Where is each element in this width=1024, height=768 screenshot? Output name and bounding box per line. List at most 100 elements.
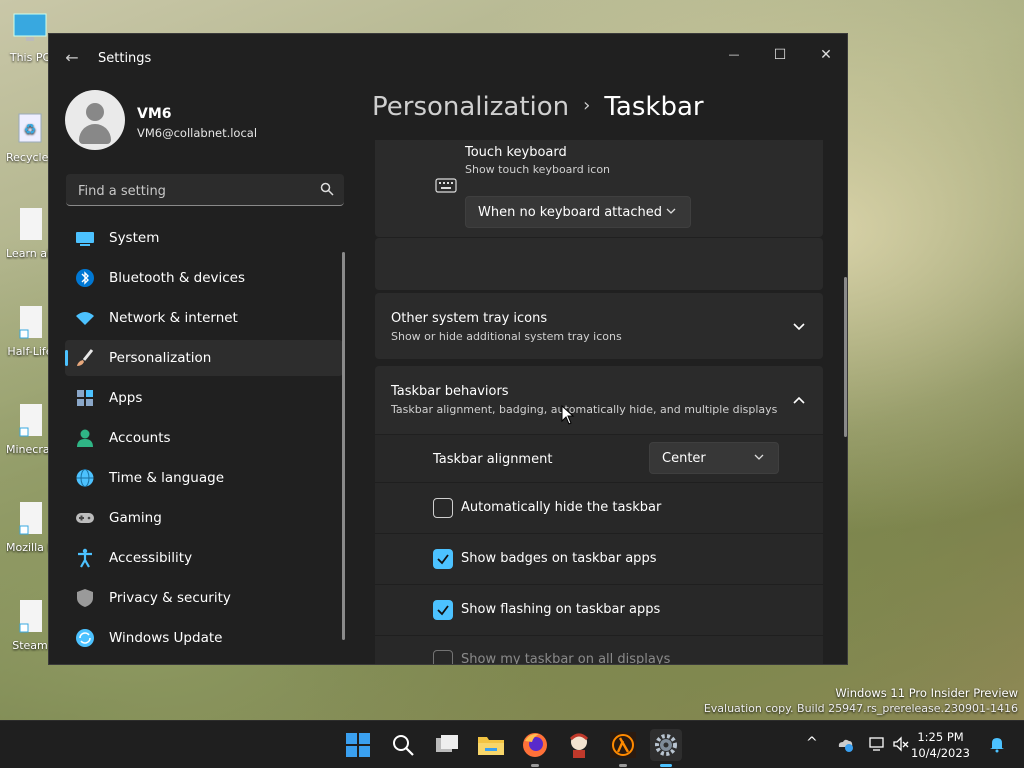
option-label: Automatically hide the taskbar: [461, 500, 662, 515]
task-view-button[interactable]: [431, 729, 463, 761]
back-button[interactable]: ←: [61, 48, 83, 68]
checkbox-checked[interactable]: [433, 549, 453, 569]
shortcut-icon: [19, 502, 42, 535]
sidebar-item-system[interactable]: System: [65, 220, 343, 256]
sidebar-item-label: Bluetooth & devices: [109, 270, 246, 286]
content-scrollbar[interactable]: [844, 277, 847, 437]
taskbar-behaviors-card[interactable]: Taskbar behaviors Taskbar alignment, bad…: [375, 366, 823, 434]
maximize-button[interactable]: ☐: [757, 40, 803, 70]
search-input[interactable]: [76, 180, 310, 202]
taskbar-behaviors-title: Taskbar behaviors: [391, 384, 509, 399]
sidebar-item-bluetooth[interactable]: Bluetooth & devices: [65, 260, 343, 296]
desktop-icon-learn-picture[interactable]: Learn about this picture: [6, 206, 54, 260]
other-tray-icons-card[interactable]: Other system tray icons Show or hide add…: [375, 293, 823, 359]
sidebar-item-privacy[interactable]: Privacy & security: [65, 580, 343, 616]
chevron-down-icon: [754, 454, 764, 460]
breadcrumb-parent[interactable]: Personalization: [372, 92, 569, 122]
sidebar-item-label: Gaming: [109, 510, 162, 526]
accounts-icon: [77, 429, 93, 447]
notification-bell-icon[interactable]: [988, 735, 1006, 753]
settings-button[interactable]: [650, 729, 682, 767]
accessibility-icon: [78, 548, 92, 568]
taskbar-alignment-dropdown[interactable]: Center: [649, 442, 779, 474]
checkbox-unchecked[interactable]: [433, 650, 453, 664]
avatar[interactable]: [65, 90, 125, 150]
option-all-displays[interactable]: Show my taskbar on all displays: [375, 636, 823, 664]
minimize-button[interactable]: —: [711, 40, 757, 70]
shortcut-icon: [19, 404, 42, 437]
character-icon: [569, 733, 589, 758]
other-tray-subtitle: Show or hide additional system tray icon…: [391, 330, 622, 343]
volume-muted-icon[interactable]: [892, 735, 910, 753]
desktop-icon-firefox[interactable]: Mozilla Firefox: [6, 500, 54, 554]
touch-keyboard-dropdown[interactable]: When no keyboard attached: [465, 196, 691, 228]
update-icon: [76, 629, 94, 647]
desktop-icon-steam[interactable]: Steam: [6, 598, 54, 652]
show-hidden-icons-button[interactable]: ^: [806, 735, 818, 751]
other-tray-title: Other system tray icons: [391, 311, 548, 326]
search-icon[interactable]: [320, 182, 334, 196]
desktop-icon-this-pc[interactable]: This PC: [6, 10, 54, 64]
option-show-flashing[interactable]: Show flashing on taskbar apps: [375, 585, 823, 635]
apps-icon: [77, 390, 93, 406]
clock[interactable]: 1:25 PM 10/4/2023: [911, 729, 970, 761]
file-explorer-button[interactable]: [475, 729, 507, 761]
brush-icon: [77, 349, 94, 366]
checkmark-icon: [437, 554, 449, 565]
lambda-icon: [610, 732, 636, 758]
user-email: VM6@collabnet.local: [137, 126, 258, 140]
search-box[interactable]: [66, 174, 344, 206]
clock-date: 10/4/2023: [911, 746, 970, 760]
option-show-badges[interactable]: Show badges on taskbar apps: [375, 534, 823, 584]
search-button[interactable]: [387, 729, 419, 761]
app-button[interactable]: [563, 729, 595, 761]
sidebar-item-personalization[interactable]: Personalization: [65, 340, 343, 376]
sidebar-item-label: System: [109, 230, 160, 246]
chevron-down-icon: [666, 208, 676, 214]
sidebar-item-windows-update[interactable]: Windows Update: [65, 620, 343, 656]
firefox-icon: [523, 733, 547, 757]
sidebar-item-label: Time & language: [109, 470, 225, 486]
desktop-icon-recycle-bin[interactable]: ♻ Recycle Bin: [6, 110, 54, 164]
keyboard-icon: [435, 178, 457, 193]
file-icon: [20, 208, 42, 240]
recycle-bin-icon: ♻: [18, 113, 42, 143]
folder-icon: [478, 737, 504, 755]
search-icon: [393, 735, 414, 756]
wifi-icon: [76, 312, 94, 325]
sidebar-item-apps[interactable]: Apps: [65, 380, 343, 416]
half-life-button[interactable]: [607, 729, 639, 767]
sidebar-item-network[interactable]: Network & internet: [65, 300, 343, 336]
chevron-up-icon[interactable]: [793, 396, 805, 404]
desktop-icon-half-life[interactable]: Half-Life: [6, 304, 54, 358]
checkmark-icon: [437, 605, 449, 616]
active-indicator: [660, 764, 672, 767]
onedrive-icon[interactable]: [836, 735, 854, 753]
firefox-button[interactable]: [519, 729, 551, 767]
sidebar-item-time-language[interactable]: Time & language: [65, 460, 343, 496]
chevron-down-icon[interactable]: [793, 323, 805, 331]
shortcut-icon: [19, 600, 42, 633]
checkbox-unchecked[interactable]: [433, 498, 453, 518]
sidebar-item-gaming[interactable]: Gaming: [65, 500, 343, 536]
sidebar-item-label: Windows Update: [109, 630, 223, 646]
sidebar-item-accounts[interactable]: Accounts: [65, 420, 343, 456]
touch-keyboard-card: Touch keyboard Show touch keyboard icon …: [375, 140, 823, 237]
taskbar-behaviors-body: Taskbar alignment Center Automatically h…: [375, 435, 823, 664]
sidebar-item-accessibility[interactable]: Accessibility: [65, 540, 343, 576]
shield-icon: [77, 589, 93, 607]
taskbar-behaviors-subtitle: Taskbar alignment, badging, automaticall…: [391, 403, 778, 416]
checkbox-checked[interactable]: [433, 600, 453, 620]
window-title: Settings: [98, 51, 152, 66]
touch-keyboard-subtitle: Show touch keyboard icon: [465, 163, 611, 176]
close-button[interactable]: ✕: [803, 40, 847, 70]
start-button[interactable]: [342, 729, 374, 761]
option-auto-hide[interactable]: Automatically hide the taskbar: [375, 483, 823, 533]
svg-text:♻: ♻: [24, 122, 37, 138]
sidebar-scrollbar[interactable]: [342, 252, 345, 640]
dropdown-value: When no keyboard attached: [478, 205, 662, 220]
desktop-icon-minecraft[interactable]: Minecraft 1.5.2: [6, 402, 54, 456]
option-label: Show badges on taskbar apps: [461, 551, 657, 566]
sidebar-nav: System Bluetooth & devices Network & int…: [65, 220, 343, 660]
network-icon[interactable]: [868, 735, 886, 753]
